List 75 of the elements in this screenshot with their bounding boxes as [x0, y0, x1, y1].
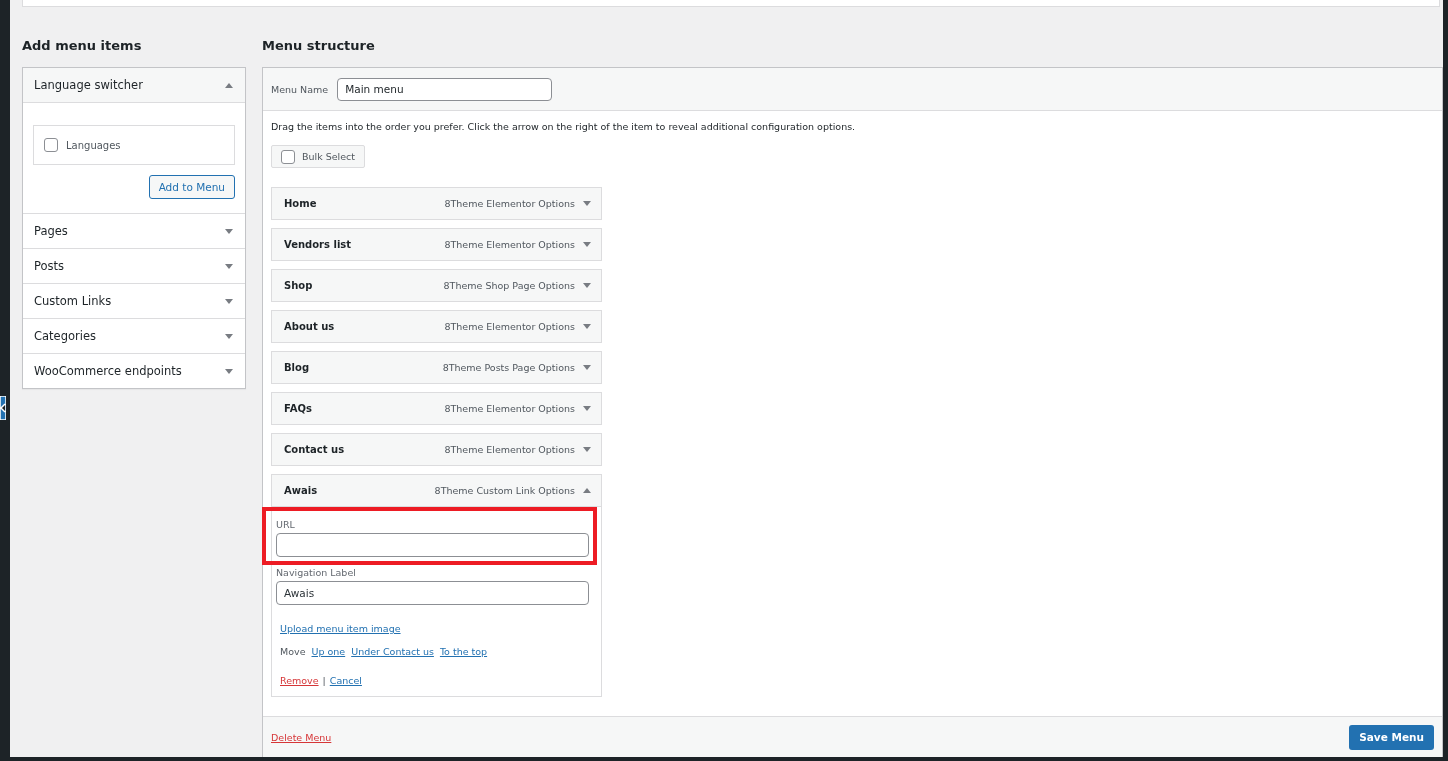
menu-item-header[interactable]: Vendors list 8Theme Elementor Options [271, 228, 602, 261]
instructions-text: Drag the items into the order you prefer. Click the arrow on the right of the item to reveal additional configuration options. [271, 121, 857, 132]
menu-item-header[interactable]: Awais 8Theme Custom Link Options [271, 474, 602, 507]
save-menu-button[interactable]: Save Menu [1349, 724, 1434, 750]
menu-name-label: Menu Name [271, 83, 329, 95]
move-link[interactable]: Under Contact us [351, 646, 434, 657]
accordion-title: Custom Links [34, 294, 112, 308]
menu-item-type: 8Theme Elementor Options [444, 403, 575, 414]
menu-name-field[interactable]: Main menu [337, 77, 553, 101]
menu-item-header[interactable]: Shop 8Theme Shop Page Options [271, 269, 602, 302]
accordion-title: Categories [34, 329, 96, 343]
collapse-arrow-icon[interactable] [0, 396, 6, 420]
field-label: URL [276, 519, 296, 530]
menu-item-type: 8Theme Posts Page Options [442, 362, 575, 373]
caret-down-icon[interactable] [583, 406, 591, 411]
text-field[interactable] [276, 533, 589, 557]
caret-down-icon[interactable] [583, 242, 591, 247]
accordion-title: Pages [34, 224, 68, 238]
menu-item-title: About us [284, 321, 336, 332]
caret-down-icon[interactable] [225, 228, 233, 234]
menu-item-type: 8Theme Elementor Options [444, 321, 575, 332]
menu-item-title: Vendors list [284, 239, 353, 250]
field-label: Navigation Label [276, 567, 357, 578]
accordion-title: Language switcher [34, 78, 143, 92]
cancel-link[interactable]: Cancel [329, 675, 362, 686]
option-label: Languages [66, 139, 121, 151]
move-link[interactable]: Up one [311, 646, 346, 657]
delete-menu-link[interactable]: Delete Menu [271, 731, 332, 743]
menu-item-header[interactable]: Blog 8Theme Posts Page Options [271, 351, 602, 384]
menu-item-type: 8Theme Custom Link Options [434, 485, 575, 496]
remove-link[interactable]: Remove [280, 675, 319, 686]
bulk-select-button[interactable]: Bulk Select [271, 145, 365, 168]
accordion-header[interactable]: Custom Links [23, 284, 245, 318]
accordion-header[interactable]: Categories [23, 319, 245, 353]
caret-up-icon[interactable] [225, 82, 233, 88]
caret-up-icon[interactable] [583, 488, 591, 493]
menu-item-type: 8Theme Elementor Options [444, 198, 575, 209]
menu-item-title: FAQs [284, 403, 313, 414]
menu-item-title: Shop [284, 280, 314, 291]
accordion-header[interactable]: Pages [23, 214, 245, 248]
caret-down-icon[interactable] [583, 201, 591, 206]
accordion-header[interactable]: Posts [23, 249, 245, 283]
accordion-title: Posts [34, 259, 65, 273]
menu-item-header[interactable]: About us 8Theme Elementor Options [271, 310, 602, 343]
caret-down-icon[interactable] [225, 298, 233, 304]
caret-down-icon[interactable] [583, 365, 591, 370]
separator-text: | [322, 675, 326, 686]
menu-item-title: Home [284, 198, 318, 209]
accordion-header[interactable]: Language switcher [23, 68, 245, 103]
caret-down-icon[interactable] [583, 447, 591, 452]
menu-item-type: 8Theme Shop Page Options [443, 280, 575, 291]
accordion-header[interactable]: WooCommerce endpoints [23, 354, 245, 388]
menu-item-title: Blog [284, 362, 311, 373]
upload-image-link[interactable]: Upload menu item image [280, 623, 401, 634]
caret-down-icon[interactable] [225, 263, 233, 269]
caret-down-icon[interactable] [583, 324, 591, 329]
caret-down-icon[interactable] [225, 333, 233, 339]
caret-down-icon[interactable] [225, 368, 233, 374]
checkbox[interactable] [44, 138, 58, 152]
move-link[interactable]: To the top [439, 646, 488, 657]
menu-item-title: Awais [284, 485, 319, 496]
section-heading: Add menu items [22, 38, 143, 55]
menu-item-title: Contact us [284, 444, 346, 455]
caret-down-icon[interactable] [583, 283, 591, 288]
text-field[interactable]: Awais [276, 581, 589, 605]
accordion-title: WooCommerce endpoints [34, 364, 182, 378]
menu-item-type: 8Theme Elementor Options [444, 239, 575, 250]
menu-item-type: 8Theme Elementor Options [444, 444, 575, 455]
menu-item-header[interactable]: Contact us 8Theme Elementor Options [271, 433, 602, 466]
menu-item-header[interactable]: Home 8Theme Elementor Options [271, 187, 602, 220]
move-label: Move [280, 646, 306, 657]
checkbox[interactable] [281, 149, 295, 164]
menu-item-header[interactable]: FAQs 8Theme Elementor Options [271, 392, 602, 425]
section-heading: Menu structure [262, 38, 376, 55]
add-to-menu-button[interactable]: Add to Menu [148, 175, 235, 199]
